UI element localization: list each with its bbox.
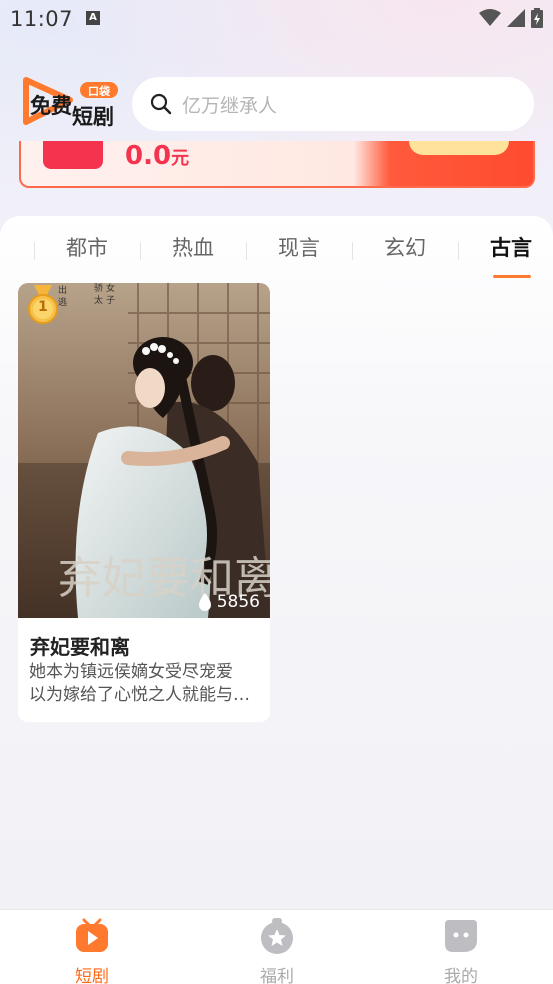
svg-text:子: 子 <box>106 295 115 306</box>
search-icon <box>150 93 172 115</box>
search-placeholder: 亿万继承人 <box>182 94 278 117</box>
tab-divider <box>140 242 141 260</box>
drama-title[interactable]: 弃妃要和离 <box>30 631 130 660</box>
drama-card[interactable]: 出逃 骄太 女子 弃妃要和离 1 5856 弃妃要和离 她本为镇远侯嫡女受尽宠爱… <box>18 283 270 722</box>
rank-number: 1 <box>38 299 48 315</box>
tab-divider <box>352 242 353 260</box>
tab-xianyan[interactable]: 现言 <box>278 232 320 262</box>
bottom-nav: 短剧 福利 我的 <box>0 909 553 984</box>
tab-divider <box>246 242 247 260</box>
drama-desc-line-2: 以为嫁给了心悦之人就能与… <box>29 685 250 705</box>
nav-label-profile: 我的 <box>444 967 478 984</box>
category-tabs: 都市 热血 现言 玄幻 古言 <box>0 228 553 278</box>
content-panel: 都市 热血 现言 玄幻 古言 出 逃 骄 太 女 子 弃妃要和离 1 5856 … <box>0 216 553 916</box>
play-count-value: 5856 <box>216 592 260 612</box>
tab-rexue[interactable]: 热血 <box>172 232 214 262</box>
wifi-icon <box>479 9 501 26</box>
banner-amount-value: 0.0 <box>125 141 172 171</box>
tab-divider <box>458 242 459 260</box>
status-icons <box>479 8 543 28</box>
logo-text-free: 免费 <box>30 94 72 118</box>
svg-text:骄: 骄 <box>94 283 103 294</box>
tab-divider <box>34 242 35 260</box>
nav-item-profile[interactable]: 我的 <box>421 918 501 984</box>
banner-red-packet <box>43 141 103 169</box>
banner-amount-unit: 元 <box>171 148 190 169</box>
flame-icon <box>198 593 211 611</box>
drama-tv-icon <box>76 918 108 952</box>
logo-tag: 口袋 <box>88 85 110 98</box>
banner-amount: 0.0元 <box>125 141 189 171</box>
svg-text:女: 女 <box>106 283 115 294</box>
tab-dushi[interactable]: 都市 <box>66 232 108 262</box>
app-logo[interactable]: 口袋 免费 短剧 <box>20 72 124 130</box>
notification-a-icon: A <box>86 11 100 25</box>
active-tab-indicator <box>493 275 531 278</box>
logo-text-drama: 短剧 <box>72 105 114 129</box>
rank-medal-icon: 1 <box>26 285 60 329</box>
search-bar[interactable]: 亿万继承人 <box>132 77 534 131</box>
banner-action-button[interactable] <box>409 141 509 155</box>
play-count: 5856 <box>197 592 260 612</box>
status-bar: 11:07 A <box>0 0 553 38</box>
drama-desc-line-1: 她本为镇远侯嫡女受尽宠爱 <box>29 662 233 682</box>
nav-label-drama: 短剧 <box>75 967 109 984</box>
nav-label-welfare: 福利 <box>260 967 294 984</box>
drama-description: 她本为镇远侯嫡女受尽宠爱 以为嫁给了心悦之人就能与… <box>29 661 265 707</box>
poster-image: 出逃 骄太 女子 弃妃要和离 <box>18 283 270 618</box>
nav-item-welfare[interactable]: 福利 <box>237 918 317 984</box>
welfare-star-icon <box>261 918 293 954</box>
signal-icon <box>507 9 525 27</box>
nav-item-drama[interactable]: 短剧 <box>52 918 132 984</box>
drama-poster[interactable]: 出逃 骄太 女子 弃妃要和离 1 5856 <box>18 283 270 618</box>
tab-guyan[interactable]: 古言 <box>490 232 532 262</box>
svg-text:太: 太 <box>94 294 103 306</box>
reward-banner[interactable]: 0.0元 <box>19 141 535 188</box>
profile-face-icon <box>445 920 477 952</box>
battery-icon <box>531 8 543 28</box>
tab-xuanhuan[interactable]: 玄幻 <box>384 232 426 262</box>
status-time: 11:07 <box>10 7 74 31</box>
